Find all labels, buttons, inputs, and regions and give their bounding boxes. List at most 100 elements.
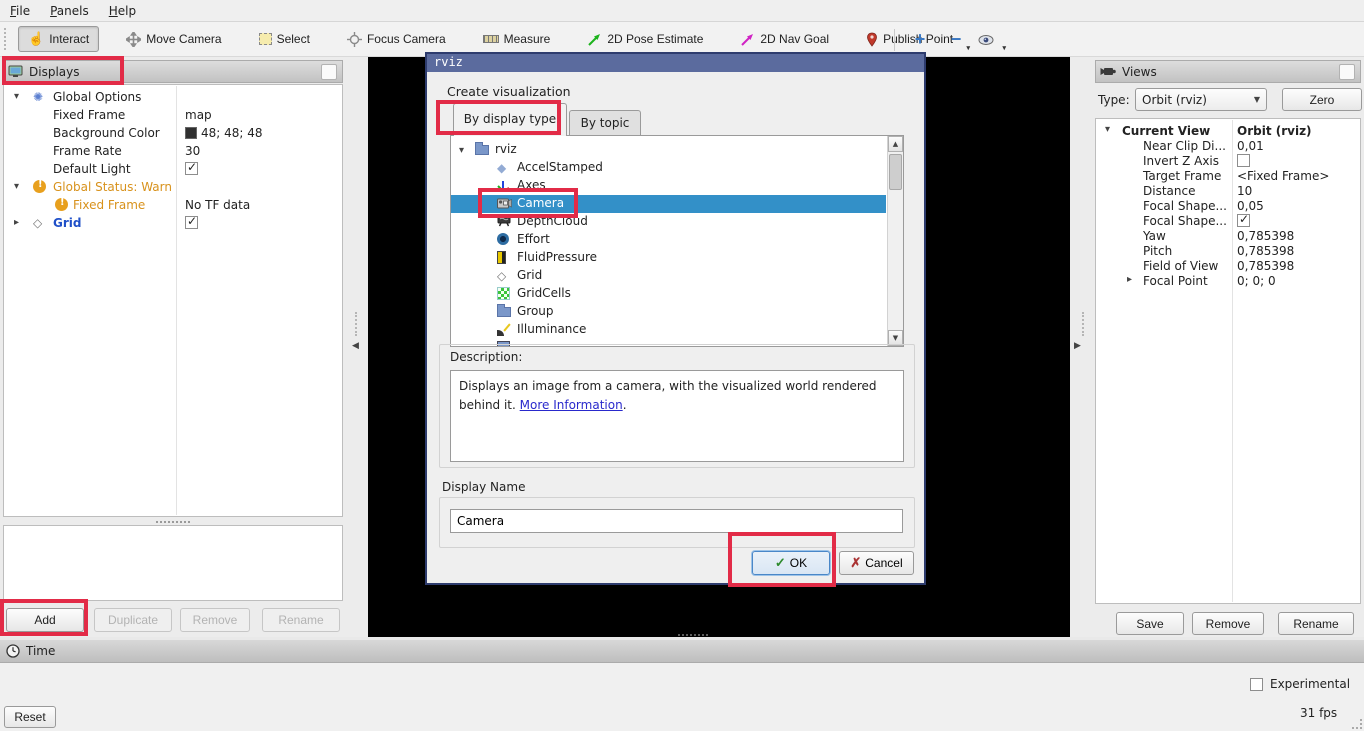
expander-icon[interactable]: ▾ xyxy=(459,145,464,156)
view-row-focal-shape-size[interactable]: Focal Shape... 0,05 xyxy=(1097,198,1359,213)
views-tree: ▾ Current View Orbit (rviz) Near Clip Di… xyxy=(1095,118,1361,604)
tool-2d-pose-estimate[interactable]: 2D Pose Estimate xyxy=(577,26,713,52)
tool-visibility-button[interactable]: ▾ xyxy=(977,27,1007,53)
checkbox-checked[interactable] xyxy=(1237,214,1250,227)
menu-help[interactable]: Help xyxy=(99,2,146,20)
expander-icon[interactable]: ▸ xyxy=(14,217,19,228)
display-row-fixed-frame[interactable]: Fixed Frame map xyxy=(5,106,341,124)
checkbox-checked[interactable] xyxy=(185,162,198,175)
view-row-near-clip[interactable]: Near Clip Di... 0,01 xyxy=(1097,138,1359,153)
grid-icon: ◇ xyxy=(33,216,42,230)
more-information-link[interactable]: More Information xyxy=(520,398,623,412)
display-row-background-color[interactable]: Background Color 48; 48; 48 xyxy=(5,124,341,142)
add-display-button[interactable]: Add xyxy=(6,608,84,632)
view-row-focal-shape-fixed[interactable]: Focal Shape... xyxy=(1097,213,1359,228)
dialog-title-bar[interactable]: rviz xyxy=(427,54,924,72)
collapse-right-icon[interactable]: ▶ xyxy=(1074,341,1081,351)
display-row-global-status[interactable]: ▾ Global Status: Warn xyxy=(5,178,341,196)
tab-by-display-type[interactable]: By display type xyxy=(453,103,567,136)
tool-move-camera[interactable]: Move Camera xyxy=(116,26,231,52)
scroll-up-icon[interactable]: ▲ xyxy=(888,136,903,152)
display-row-status-fixed-frame[interactable]: Fixed Frame No TF data xyxy=(5,196,341,214)
tree-item-camera[interactable]: Camera xyxy=(451,195,886,213)
time-panel-header[interactable]: Time xyxy=(0,640,1364,663)
menu-file[interactable]: File xyxy=(0,2,40,20)
tree-item-depthcloud[interactable]: DepthCloud xyxy=(451,213,886,231)
reset-button[interactable]: Reset xyxy=(4,706,56,728)
scrollbar-thumb[interactable] xyxy=(889,154,902,190)
checkbox-unchecked[interactable] xyxy=(1237,154,1250,167)
strip-handle[interactable] xyxy=(1082,312,1084,336)
save-view-button[interactable]: Save xyxy=(1116,612,1184,635)
dropdown-arrow-icon: ▾ xyxy=(966,44,970,52)
tab-by-topic[interactable]: By topic xyxy=(569,110,641,136)
view-row-current-view[interactable]: ▾ Current View Orbit (rviz) xyxy=(1097,123,1359,138)
tree-item-effort[interactable]: Effort xyxy=(451,231,886,249)
tool-2d-nav-goal[interactable]: 2D Nav Goal xyxy=(730,26,839,52)
tree-item-fluidpressure[interactable]: FluidPressure xyxy=(451,249,886,267)
dropdown-arrow-icon: ▾ xyxy=(1002,44,1006,52)
view-type-combo[interactable]: Orbit (rviz) ▼ xyxy=(1135,88,1267,111)
panel-float-button[interactable] xyxy=(321,64,337,80)
expander-icon[interactable]: ▾ xyxy=(1105,124,1110,135)
toolbar-separator xyxy=(894,29,895,51)
expander-icon[interactable]: ▾ xyxy=(14,181,19,192)
depthcloud-icon xyxy=(497,215,511,227)
view-row-distance[interactable]: Distance 10 xyxy=(1097,183,1359,198)
panel-splitter[interactable] xyxy=(156,521,190,523)
monitor-icon xyxy=(8,65,23,78)
display-row-frame-rate[interactable]: Frame Rate 30 xyxy=(5,142,341,160)
resize-grip[interactable] xyxy=(1352,719,1362,729)
viewport-splitter[interactable] xyxy=(678,634,708,636)
tree-item-grid[interactable]: ◇ Grid xyxy=(451,267,886,285)
left-collapse-strip: ◀ xyxy=(346,57,368,637)
view-row-invert-z[interactable]: Invert Z Axis xyxy=(1097,153,1359,168)
experimental-checkbox[interactable] xyxy=(1250,678,1263,691)
display-row-global-options[interactable]: ▾ ✺ Global Options xyxy=(5,88,341,106)
ruler-icon xyxy=(483,35,499,43)
rename-view-button[interactable]: Rename xyxy=(1278,612,1354,635)
tool-interact[interactable]: ☝ Interact xyxy=(18,26,99,52)
view-row-field-of-view[interactable]: Field of View 0,785398 xyxy=(1097,258,1359,273)
views-panel-header[interactable]: Views xyxy=(1095,60,1361,83)
tree-item-axes[interactable]: Axes xyxy=(451,177,886,195)
display-row-default-light[interactable]: Default Light xyxy=(5,160,341,178)
tree-scrollbar[interactable]: ▲ ▼ xyxy=(887,136,903,346)
tool-focus-camera[interactable]: Focus Camera xyxy=(337,26,456,52)
tool-select[interactable]: Select xyxy=(249,26,320,52)
remove-view-button[interactable]: Remove xyxy=(1192,612,1264,635)
rename-display-button[interactable]: Rename xyxy=(262,608,340,632)
description-label: Description: xyxy=(450,350,522,364)
checkbox-checked[interactable] xyxy=(185,216,198,229)
remove-tool-button[interactable]: −▾ xyxy=(941,27,971,53)
minus-icon: − xyxy=(951,29,962,49)
display-name-input[interactable] xyxy=(450,509,903,533)
view-row-pitch[interactable]: Pitch 0,785398 xyxy=(1097,243,1359,258)
view-row-target-frame[interactable]: Target Frame <Fixed Frame> xyxy=(1097,168,1359,183)
tree-item-gridcells[interactable]: GridCells xyxy=(451,285,886,303)
expander-icon[interactable]: ▸ xyxy=(1127,274,1132,285)
tool-measure[interactable]: Measure xyxy=(473,26,561,52)
tree-item-illuminance[interactable]: Illuminance xyxy=(451,321,886,339)
ok-button[interactable]: ✓OK xyxy=(752,551,830,575)
add-tool-button[interactable]: + xyxy=(905,27,935,53)
display-row-grid[interactable]: ▸ ◇ Grid xyxy=(5,214,341,232)
duplicate-display-button[interactable]: Duplicate xyxy=(94,608,172,632)
collapse-left-icon[interactable]: ◀ xyxy=(352,341,359,351)
tree-item-accelstamped[interactable]: ◆ AccelStamped xyxy=(451,159,886,177)
cancel-button[interactable]: ✗Cancel xyxy=(839,551,914,575)
tree-item-group[interactable]: Group xyxy=(451,303,886,321)
tree-item-rviz[interactable]: ▾ rviz xyxy=(451,141,886,159)
expander-icon[interactable]: ▾ xyxy=(14,91,19,102)
remove-display-button[interactable]: Remove xyxy=(180,608,250,632)
displays-panel-header[interactable]: Displays xyxy=(3,60,343,83)
view-row-yaw[interactable]: Yaw 0,785398 xyxy=(1097,228,1359,243)
strip-handle[interactable] xyxy=(355,312,357,336)
view-row-focal-point[interactable]: ▸ Focal Point 0; 0; 0 xyxy=(1097,273,1359,288)
toolbar-drag-handle[interactable] xyxy=(4,28,12,50)
zero-button[interactable]: Zero xyxy=(1282,88,1362,111)
clock-icon xyxy=(6,644,20,658)
menu-panels[interactable]: Panels xyxy=(40,2,99,20)
views-panel-title: Views xyxy=(1122,65,1157,79)
panel-float-button[interactable] xyxy=(1339,64,1355,80)
